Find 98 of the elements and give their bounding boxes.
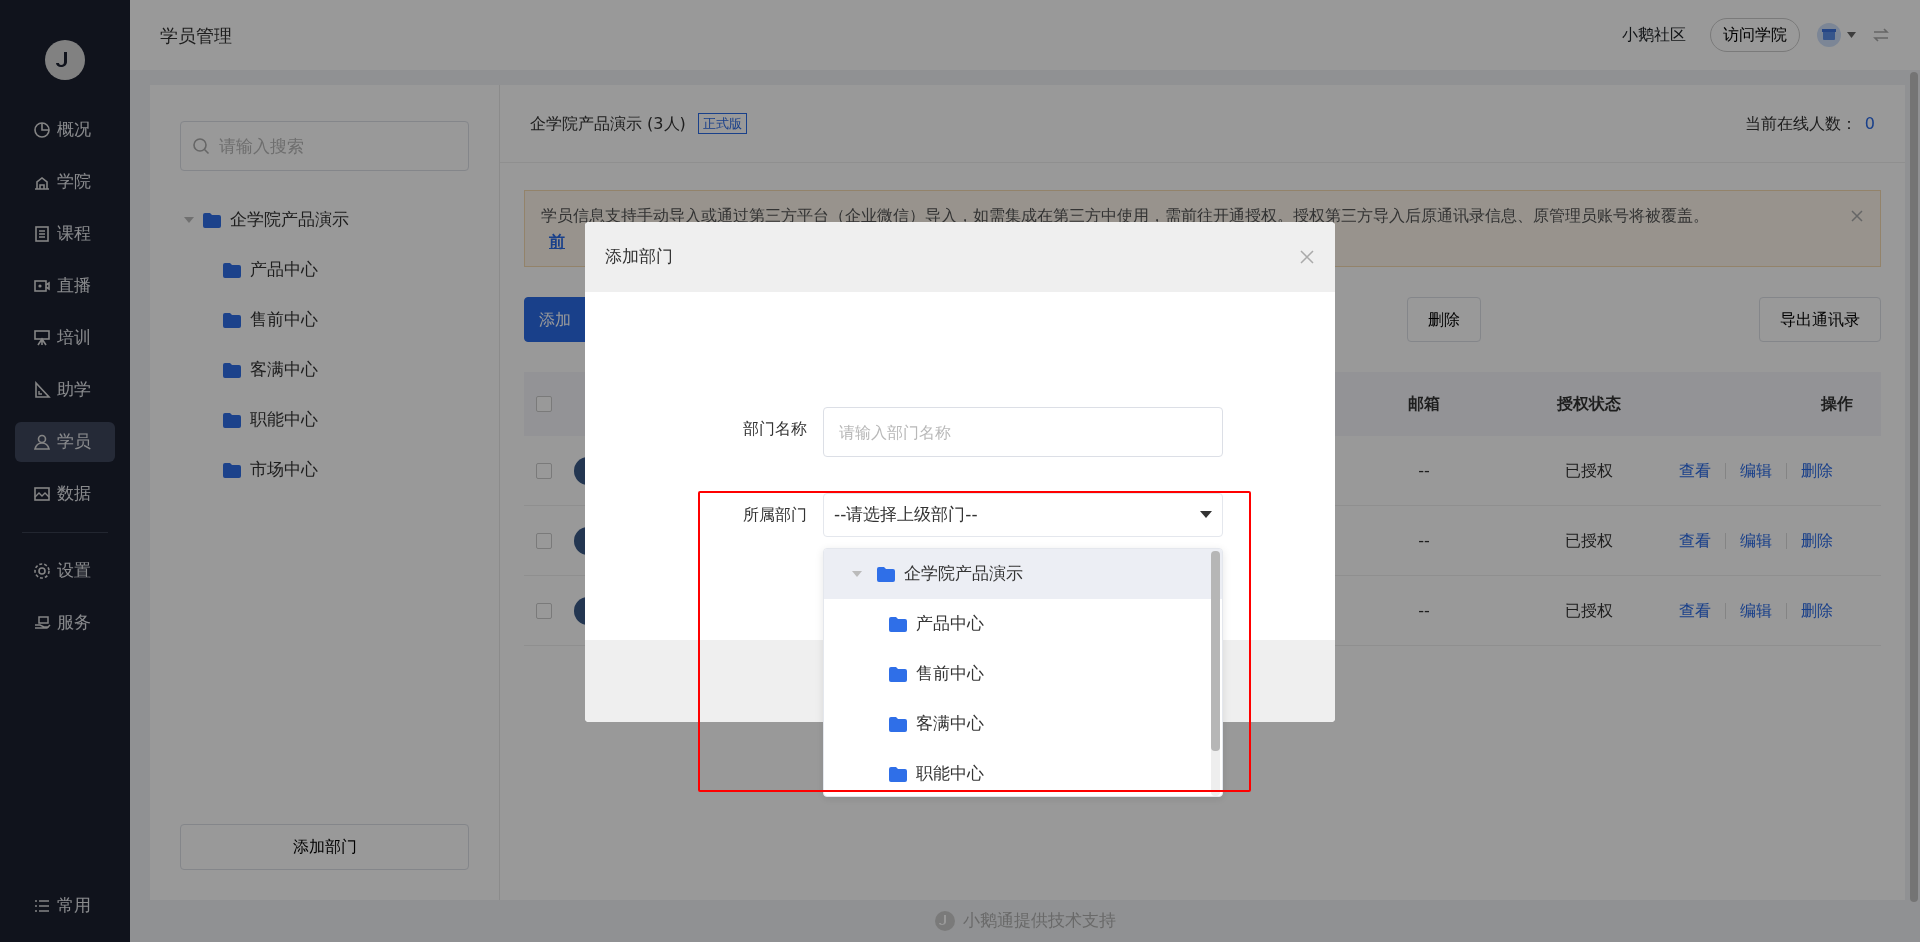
action-link[interactable]: 查看 bbox=[1679, 598, 1711, 623]
dropdown-item[interactable]: 产品中心 bbox=[824, 599, 1222, 649]
tree-label: 客满中心 bbox=[250, 358, 318, 382]
dropdown-item[interactable]: 职能中心 bbox=[824, 749, 1222, 796]
item-label: 企学院产品演示 bbox=[904, 562, 1023, 586]
search-icon bbox=[192, 137, 210, 155]
tree-label: 产品中心 bbox=[250, 258, 318, 282]
tree-item[interactable]: 产品中心 bbox=[180, 245, 469, 295]
sidebar-item[interactable]: 课程 bbox=[15, 214, 115, 254]
table-cell-text: 已授权 bbox=[1564, 599, 1614, 622]
online-count-label: 当前在线人数： bbox=[1744, 112, 1857, 135]
close-icon[interactable] bbox=[1850, 209, 1864, 223]
camera-icon bbox=[33, 277, 51, 295]
folder-icon bbox=[202, 211, 222, 229]
sidebar-item[interactable]: 服务 bbox=[15, 603, 115, 643]
add-department-button[interactable]: 添加部门 bbox=[180, 824, 469, 870]
department-name-field[interactable]: 请输入部门名称 bbox=[823, 407, 1223, 457]
tree-item[interactable]: 企学院产品演示 bbox=[180, 195, 469, 245]
tree-item[interactable]: 客满中心 bbox=[180, 345, 469, 395]
action-link[interactable]: 删除 bbox=[1801, 458, 1833, 483]
table-cell-text: -- bbox=[1417, 599, 1431, 622]
sidebar-item[interactable]: 常用 bbox=[15, 886, 115, 926]
board-icon bbox=[33, 329, 51, 347]
tree-label: 职能中心 bbox=[250, 408, 318, 432]
action-link[interactable]: 查看 bbox=[1679, 528, 1711, 553]
checkbox[interactable] bbox=[536, 602, 552, 619]
swap-icon bbox=[1872, 27, 1890, 43]
edition-badge: 正式版 bbox=[697, 112, 747, 135]
column-header: 授权状态 bbox=[1556, 393, 1622, 416]
gear-icon bbox=[33, 562, 51, 580]
visit-academy-button[interactable]: 访问学院 bbox=[1710, 18, 1800, 52]
tree-item[interactable]: 售前中心 bbox=[180, 295, 469, 345]
column-header: 操作 bbox=[1819, 393, 1854, 416]
sidebar-item[interactable]: 设置 bbox=[15, 551, 115, 591]
item-label: 职能中心 bbox=[916, 762, 984, 786]
caret-down-icon bbox=[1200, 511, 1212, 519]
logo-icon bbox=[934, 911, 955, 931]
folder-icon bbox=[888, 665, 908, 683]
field-label: 部门名称 bbox=[742, 418, 808, 440]
column-header: 邮箱 bbox=[1407, 393, 1441, 416]
pie-chart-icon bbox=[33, 121, 51, 139]
ruler-icon bbox=[33, 381, 51, 399]
item-label: 产品中心 bbox=[916, 612, 984, 636]
toolbar-button[interactable]: 删除 bbox=[1407, 297, 1481, 343]
sidebar-item[interactable]: 概况 bbox=[15, 110, 115, 150]
dropdown-item[interactable]: 企学院产品演示 bbox=[824, 549, 1222, 599]
table-cell-text: -- bbox=[1417, 529, 1431, 552]
community-link[interactable]: 小鹅社区 bbox=[1622, 23, 1686, 47]
action-link[interactable]: 编辑 bbox=[1740, 458, 1772, 483]
tree-label: 售前中心 bbox=[250, 308, 318, 332]
field-label: 所属部门 bbox=[742, 504, 808, 526]
folder-icon bbox=[222, 461, 242, 479]
group-title: 企学院产品演示 (3人) bbox=[530, 112, 686, 135]
list-icon bbox=[33, 897, 51, 915]
sidebar-item[interactable]: 助学 bbox=[15, 370, 115, 410]
table-cell-text: 已授权 bbox=[1564, 459, 1614, 482]
folder-icon bbox=[888, 765, 908, 783]
item-label: 客满中心 bbox=[916, 712, 984, 736]
checkbox[interactable] bbox=[536, 396, 552, 413]
tree-item[interactable]: 市场中心 bbox=[180, 445, 469, 495]
alert-link[interactable]: 前 bbox=[541, 231, 565, 251]
sidebar-item[interactable]: 学员 bbox=[15, 422, 115, 462]
dropdown-item[interactable]: 客满中心 bbox=[824, 699, 1222, 749]
folder-icon bbox=[222, 311, 242, 329]
modal-title: 添加部门 bbox=[605, 245, 673, 269]
table-cell-text: -- bbox=[1417, 459, 1431, 482]
action-link[interactable]: 删除 bbox=[1801, 528, 1833, 553]
image-icon bbox=[33, 485, 51, 503]
scrollbar[interactable] bbox=[1211, 551, 1220, 796]
folder-icon bbox=[888, 615, 908, 633]
folder-icon bbox=[222, 261, 242, 279]
action-link[interactable]: 编辑 bbox=[1740, 528, 1772, 553]
tree-item[interactable]: 职能中心 bbox=[180, 395, 469, 445]
tree-label: 市场中心 bbox=[250, 458, 318, 482]
toolbar-button[interactable]: 导出通讯录 bbox=[1759, 297, 1881, 343]
logo-icon bbox=[45, 40, 85, 80]
document-icon bbox=[33, 225, 51, 243]
sidebar-item[interactable]: 数据 bbox=[15, 474, 115, 514]
page-title: 学员管理 bbox=[160, 23, 232, 48]
folder-icon bbox=[222, 411, 242, 429]
sidebar-item[interactable]: 培训 bbox=[15, 318, 115, 358]
item-label: 售前中心 bbox=[916, 662, 984, 686]
folder-icon bbox=[222, 361, 242, 379]
table-cell-text: 已授权 bbox=[1564, 529, 1614, 552]
action-link[interactable]: 删除 bbox=[1801, 598, 1833, 623]
tree-label: 企学院产品演示 bbox=[230, 208, 349, 232]
dropdown-item[interactable]: 售前中心 bbox=[824, 649, 1222, 699]
action-link[interactable]: 查看 bbox=[1679, 458, 1711, 483]
action-link[interactable]: 编辑 bbox=[1740, 598, 1772, 623]
person-icon bbox=[33, 433, 51, 451]
close-icon[interactable] bbox=[1299, 249, 1315, 265]
sidebar-item[interactable]: 直播 bbox=[15, 266, 115, 306]
folder-icon bbox=[888, 715, 908, 733]
folder-icon bbox=[876, 565, 896, 583]
checkbox[interactable] bbox=[536, 532, 552, 549]
sidebar-item[interactable]: 学院 bbox=[15, 162, 115, 202]
checkbox[interactable] bbox=[536, 462, 552, 479]
online-count: 0 bbox=[1864, 112, 1875, 135]
